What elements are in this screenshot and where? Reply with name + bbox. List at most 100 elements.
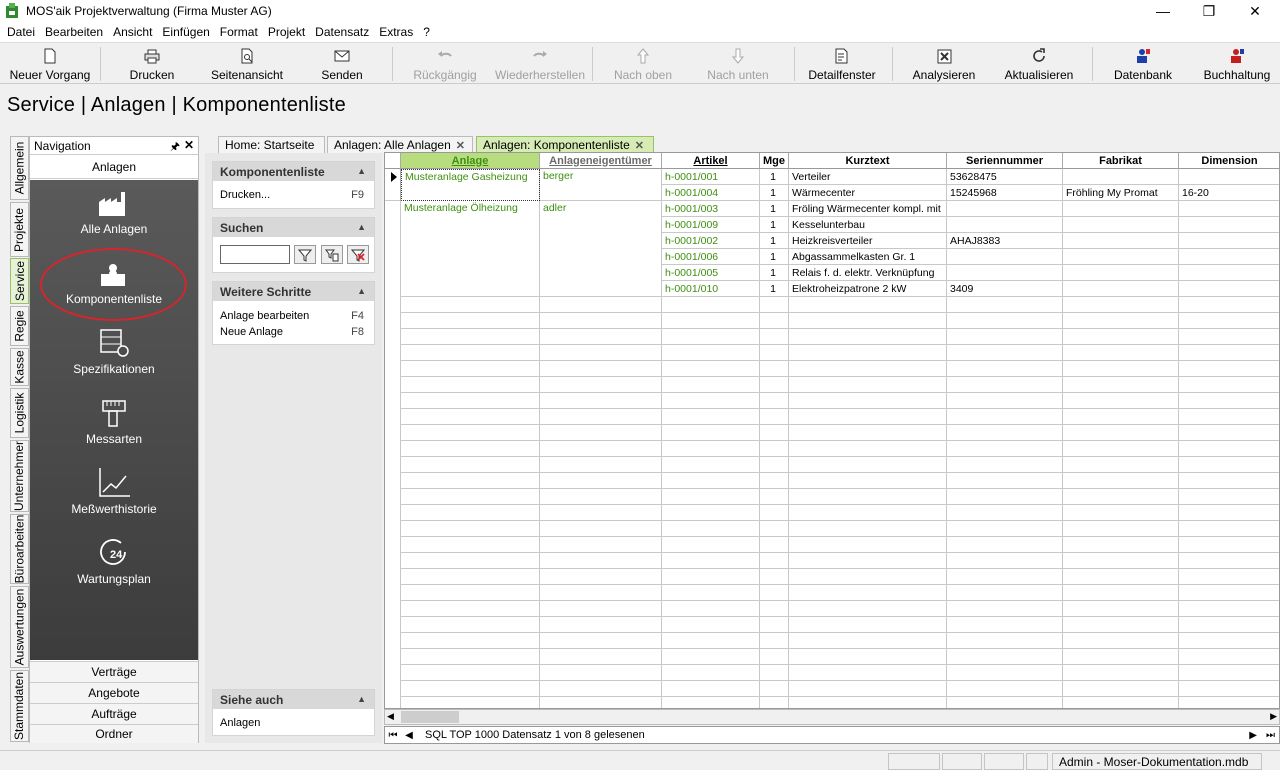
menu-help[interactable]: ?: [418, 25, 435, 39]
cell-seriennummer[interactable]: [947, 249, 1063, 265]
cell-fabrikat[interactable]: [1063, 217, 1179, 233]
cell-mge[interactable]: 1: [760, 201, 789, 217]
move-down-button[interactable]: Nach unten: [690, 43, 786, 85]
tab-unternehmer[interactable]: Unternehmer: [10, 440, 29, 512]
analyze-button[interactable]: Analysieren: [900, 43, 988, 85]
menu-einfuegen[interactable]: Einfügen: [157, 25, 214, 39]
print-button[interactable]: Drucken: [108, 43, 196, 85]
cell-artikel[interactable]: h-0001/002: [662, 233, 760, 249]
column-header-artikel[interactable]: Artikel: [662, 153, 760, 169]
new-task-button[interactable]: Neuer Vorgang: [4, 43, 96, 85]
nav-item-wartungsplan[interactable]: 24 Wartungsplan: [30, 536, 198, 586]
cell-kurztext[interactable]: Wärmecenter: [789, 185, 947, 201]
tab-bueroarbeiten[interactable]: Büroarbeiten: [10, 514, 29, 584]
page-preview-button[interactable]: Seitenansicht: [200, 43, 294, 85]
nav-vertraege[interactable]: Verträge: [30, 661, 198, 682]
column-header-mge[interactable]: Mge: [760, 153, 789, 169]
group-owner-cell[interactable]: berger: [540, 169, 662, 201]
tab-stammdaten[interactable]: Stammdaten: [10, 670, 29, 742]
cell-dimension[interactable]: [1179, 265, 1279, 281]
nav-ordner[interactable]: Ordner: [30, 724, 198, 743]
cell-artikel[interactable]: h-0001/009: [662, 217, 760, 233]
menu-ansicht[interactable]: Ansicht: [108, 25, 157, 39]
cell-mge[interactable]: 1: [760, 217, 789, 233]
tab-komponentenliste[interactable]: Anlagen: Komponentenliste ✕: [476, 136, 654, 153]
nav-item-messwerthistorie[interactable]: Meßwerthistorie: [30, 466, 198, 516]
tab-home-startseite[interactable]: Home: Startseite: [218, 136, 325, 153]
cell-artikel[interactable]: h-0001/003: [662, 201, 760, 217]
cell-dimension[interactable]: [1179, 281, 1279, 297]
collapse-icon[interactable]: ▲: [357, 166, 366, 176]
cell-seriennummer[interactable]: 53628475: [947, 169, 1063, 185]
close-tab-icon[interactable]: ✕: [635, 139, 644, 152]
refresh-button[interactable]: Aktualisieren: [994, 43, 1084, 85]
close-tab-icon[interactable]: ✕: [456, 139, 465, 152]
cell-dimension[interactable]: [1179, 233, 1279, 249]
menu-datei[interactable]: Datei: [2, 25, 40, 39]
last-record-icon[interactable]: ⏭: [1266, 730, 1275, 741]
nav-auftraege[interactable]: Aufträge: [30, 703, 198, 724]
cell-fabrikat[interactable]: [1063, 265, 1179, 281]
cell-kurztext[interactable]: Elektroheizpatrone 2 kW: [789, 281, 947, 297]
cell-artikel[interactable]: h-0001/001: [662, 169, 760, 185]
cell-mge[interactable]: 1: [760, 281, 789, 297]
cell-artikel[interactable]: h-0001/006: [662, 249, 760, 265]
cell-seriennummer[interactable]: 15245968: [947, 185, 1063, 201]
search-input[interactable]: [220, 245, 290, 264]
tab-auswertungen[interactable]: Auswertungen: [10, 586, 29, 668]
clear-filter-button[interactable]: [347, 245, 369, 264]
cell-kurztext[interactable]: Abgassammelkasten Gr. 1: [789, 249, 947, 265]
cell-dimension[interactable]: [1179, 249, 1279, 265]
move-up-button[interactable]: Nach oben: [600, 43, 686, 85]
cell-kurztext[interactable]: Fröling Wärmecenter kompl. mit: [789, 201, 947, 217]
collapse-icon[interactable]: ▲: [357, 222, 366, 232]
collapse-icon[interactable]: ▲: [357, 694, 366, 704]
cell-mge[interactable]: 1: [760, 249, 789, 265]
tab-service[interactable]: Service: [10, 258, 29, 304]
row-selector[interactable]: [385, 169, 401, 201]
tab-logistik[interactable]: Logistik: [10, 388, 29, 438]
cell-kurztext[interactable]: Heizkreisverteiler: [789, 233, 947, 249]
cell-kurztext[interactable]: Kesselunterbau: [789, 217, 947, 233]
cell-fabrikat[interactable]: [1063, 169, 1179, 185]
column-header-eigentuemer[interactable]: Anlageneigentümer: [540, 153, 662, 169]
filter-button[interactable]: [294, 245, 316, 264]
cell-fabrikat[interactable]: [1063, 233, 1179, 249]
scroll-right-icon[interactable]: ▶: [1270, 711, 1277, 722]
cell-fabrikat[interactable]: [1063, 281, 1179, 297]
menu-extras[interactable]: Extras: [374, 25, 418, 39]
task-new-anlage[interactable]: Neue Anlage F8: [213, 324, 374, 340]
cell-artikel[interactable]: h-0001/004: [662, 185, 760, 201]
cell-dimension[interactable]: [1179, 201, 1279, 217]
task-group-header[interactable]: Weitere Schritte ▲: [213, 282, 374, 301]
pin-icon[interactable]: 🖈: [170, 138, 180, 157]
cell-dimension[interactable]: [1179, 169, 1279, 185]
group-owner-cell[interactable]: adler: [540, 201, 662, 297]
task-group-header[interactable]: Komponentenliste ▲: [213, 162, 374, 181]
previous-record-icon[interactable]: ◀: [401, 730, 417, 741]
cell-kurztext[interactable]: Verteiler: [789, 169, 947, 185]
group-anlage-cell[interactable]: Musteranlage Ölheizung: [401, 201, 540, 297]
group-anlage-cell[interactable]: Musteranlage Gasheizung: [401, 169, 540, 201]
cell-fabrikat[interactable]: [1063, 201, 1179, 217]
column-header-dimension[interactable]: Dimension: [1179, 153, 1279, 169]
menu-datensatz[interactable]: Datensatz: [310, 25, 374, 39]
cell-dimension[interactable]: [1179, 217, 1279, 233]
nav-item-alle-anlagen[interactable]: Alle Anlagen: [30, 190, 198, 236]
tab-alle-anlagen[interactable]: Anlagen: Alle Anlagen ✕: [327, 136, 473, 153]
undo-button[interactable]: Rückgängig: [400, 43, 490, 85]
task-edit-anlage[interactable]: Anlage bearbeiten F4: [213, 308, 374, 324]
minimize-button[interactable]: —: [1140, 0, 1186, 22]
first-record-icon[interactable]: ⏮: [385, 730, 401, 741]
task-group-header[interactable]: Suchen ▲: [213, 218, 374, 237]
menu-bearbeiten[interactable]: Bearbeiten: [40, 25, 108, 39]
cell-kurztext[interactable]: Relais f. d. elektr. Verknüpfung: [789, 265, 947, 281]
filter-list-button[interactable]: [321, 245, 343, 264]
scroll-left-icon[interactable]: ◀: [387, 711, 394, 722]
cell-fabrikat[interactable]: [1063, 249, 1179, 265]
menu-format[interactable]: Format: [215, 25, 263, 39]
accounting-button[interactable]: Buchhaltung: [1196, 43, 1278, 85]
cell-mge[interactable]: 1: [760, 169, 789, 185]
cell-seriennummer[interactable]: [947, 217, 1063, 233]
cell-seriennummer[interactable]: [947, 201, 1063, 217]
